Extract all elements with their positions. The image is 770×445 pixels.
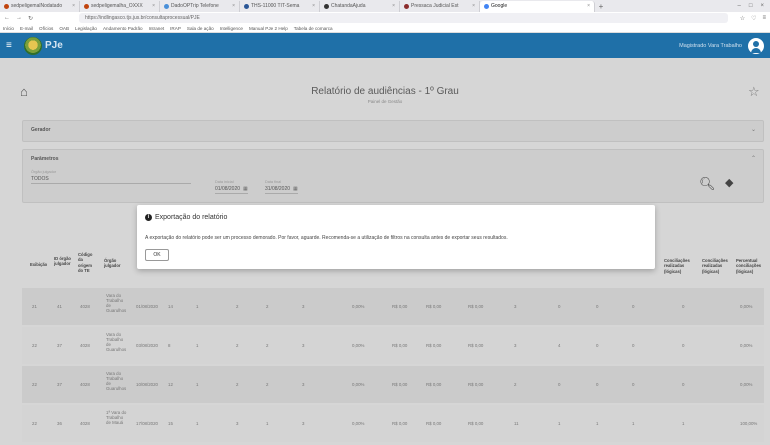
- orgao-select[interactable]: TODOS: [31, 176, 191, 184]
- table-row[interactable]: 22 37 4028 Vara do Trabalho de Guarulhos…: [22, 327, 764, 364]
- court-logo: [24, 36, 42, 55]
- audiencias-table: Exibição ID órgão julgador Código da ori…: [22, 246, 764, 445]
- minimize-icon[interactable]: –: [738, 1, 741, 12]
- close-icon[interactable]: ×: [472, 1, 475, 12]
- close-window-icon[interactable]: ×: [760, 1, 764, 12]
- bookmark-item[interactable]: E-mail: [20, 26, 33, 31]
- ok-button[interactable]: OK: [145, 249, 169, 261]
- dialog-message: A exportação do relatório pode ser um pr…: [145, 235, 508, 241]
- close-icon[interactable]: ×: [232, 1, 235, 12]
- data-fim-label: Data final: [265, 180, 282, 184]
- browser-tab-bar: sedpeligemalNodatado × sedpeligemalha_OXX…: [0, 0, 770, 12]
- info-icon: i: [145, 214, 152, 221]
- app-logo-text: PJe: [45, 40, 63, 51]
- calendar-icon[interactable]: ▦: [293, 186, 298, 192]
- eraser-icon[interactable]: ◆: [725, 176, 733, 189]
- browser-tab[interactable]: THS-11000 TIT-Sema ×: [240, 1, 320, 12]
- table-column-header[interactable]: Conciliações realizadas (lógicas): [702, 258, 730, 274]
- data-inicio-input[interactable]: 01/08/2020 ▦: [215, 186, 248, 194]
- bookmarks-bar: Início E-mail Ofícios OAB Legislação And…: [0, 24, 770, 33]
- favicon-icon: [164, 4, 169, 9]
- close-icon[interactable]: ×: [152, 1, 155, 12]
- bookmark-item[interactable]: Legislação: [75, 26, 97, 31]
- favicon-icon: [404, 4, 409, 9]
- extensions-icon[interactable]: ♡: [751, 15, 756, 22]
- export-dialog: i Exportação do relatório A exportação d…: [137, 205, 655, 269]
- app-header: ≡ PJe Magistrado Vara Trabalho: [0, 33, 770, 58]
- browser-tab[interactable]: ChatandaAjuda ×: [320, 1, 400, 12]
- dialog-title: i Exportação do relatório: [145, 214, 227, 221]
- close-icon[interactable]: ×: [72, 1, 75, 12]
- generator-panel-title: Gerador: [31, 127, 51, 133]
- reload-icon[interactable]: ↻: [28, 15, 33, 22]
- bookmark-item[interactable]: Manual PJe 2 Help: [249, 26, 288, 31]
- table-row[interactable]: 21 41 4028 Vara do Trabalho de Guarulhos…: [22, 288, 764, 325]
- bookmark-item[interactable]: Tabela de comarca: [294, 26, 333, 31]
- search-icon[interactable]: 🔍︎: [699, 176, 716, 192]
- generator-panel[interactable]: Gerador ⌄: [22, 120, 764, 142]
- page-subtitle: Painel de Gestão: [367, 99, 403, 104]
- bookmark-item[interactable]: Ofícios: [39, 26, 53, 31]
- close-icon[interactable]: ×: [392, 1, 395, 12]
- table-row[interactable]: 22 36 4028 1ª Vara do Trabalho de Mauá 1…: [22, 405, 764, 442]
- user-name[interactable]: Magistrado Vara Trabalho: [679, 43, 742, 49]
- data-inicio-label: Data inicial: [215, 180, 234, 184]
- bookmark-item[interactable]: IRAP: [170, 26, 181, 31]
- hamburger-menu-icon[interactable]: ≡: [6, 40, 20, 51]
- table-column-header[interactable]: Código da origem do TE: [78, 252, 96, 273]
- calendar-icon[interactable]: ▦: [243, 186, 248, 192]
- bookmark-item[interactable]: Intranet: [149, 26, 165, 31]
- table-column-header[interactable]: Órgão julgador: [104, 258, 124, 269]
- menu-icon[interactable]: ≡: [762, 15, 766, 21]
- table-row[interactable]: 22 37 4028 Vara do Trabalho de Guarulhos…: [22, 366, 764, 403]
- favicon-icon: [244, 4, 249, 9]
- user-avatar-icon[interactable]: [748, 37, 764, 54]
- table-column-header[interactable]: Percentual conciliações (lógicas): [736, 258, 764, 274]
- bookmark-item[interactable]: Sala de ação: [187, 26, 214, 31]
- bookmark-star-icon[interactable]: ☆: [740, 15, 745, 22]
- browser-nav-bar: ← → ↻ https://indlingasco.tjs.jus.br/con…: [0, 12, 770, 24]
- url-bar[interactable]: https://indlingasco.tjs.jus.br/consultap…: [79, 13, 728, 23]
- parameters-panel: Parâmetros ⌃ Órgão julgador TODOS Data i…: [22, 149, 764, 203]
- favicon-icon: [4, 4, 9, 9]
- chevron-up-icon[interactable]: ⌃: [751, 155, 756, 162]
- new-tab-button[interactable]: +: [595, 1, 607, 12]
- bookmark-item[interactable]: Início: [3, 26, 14, 31]
- browser-tab[interactable]: sedpeligemalNodatado ×: [0, 1, 80, 12]
- parameters-panel-title: Parâmetros: [31, 156, 59, 162]
- window-controls: – □ ×: [732, 1, 770, 12]
- orgao-label: Órgão julgador: [31, 170, 57, 174]
- data-fim-input[interactable]: 31/08/2020 ▦: [265, 186, 298, 194]
- browser-tab[interactable]: DadoOPTrip Telefone ×: [160, 1, 240, 12]
- favicon-icon: [84, 4, 89, 9]
- close-icon[interactable]: ×: [312, 1, 315, 12]
- favicon-icon: [324, 4, 329, 9]
- bookmark-item[interactable]: Andamento Padrão: [103, 26, 143, 31]
- browser-tab-active[interactable]: Google ×: [480, 1, 595, 12]
- bookmark-item[interactable]: Intelligence: [220, 26, 243, 31]
- browser-tab[interactable]: sedpeligemalha_OXXX ×: [80, 1, 160, 12]
- table-column-header[interactable]: Conciliações realizadas (lógicas): [664, 258, 692, 274]
- page-title: Relatório de audiências - 1º Grau: [311, 86, 459, 97]
- favicon-icon: [484, 4, 489, 9]
- maximize-icon[interactable]: □: [749, 1, 753, 12]
- back-icon[interactable]: ←: [4, 15, 10, 21]
- bookmark-item[interactable]: OAB: [59, 26, 69, 31]
- browser-tab[interactable]: Pressaca Judicial Est ×: [400, 1, 480, 12]
- table-column-header[interactable]: ID órgão julgador: [54, 256, 72, 267]
- forward-icon[interactable]: →: [16, 15, 22, 21]
- table-column-header[interactable]: Exibição: [30, 262, 47, 267]
- close-icon[interactable]: ×: [587, 1, 590, 12]
- chevron-down-icon[interactable]: ⌄: [751, 126, 756, 133]
